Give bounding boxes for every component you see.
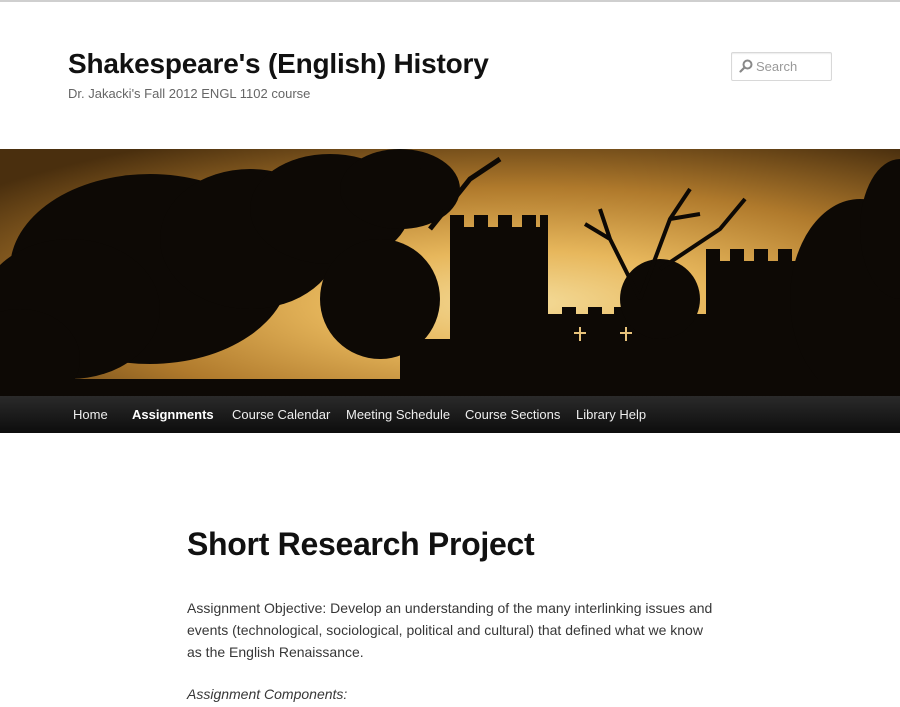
search-input[interactable] [756,53,828,80]
nav-item-meeting-schedule[interactable]: Meeting Schedule [346,396,450,433]
search-icon [739,59,753,73]
assignment-objective: Assignment Objective: Develop an underst… [187,600,713,660]
main-navigation: Home Assignments Course Calendar Meeting… [0,396,900,433]
nav-item-home[interactable]: Home [73,396,108,433]
assignment-components-label: Assignment Components: [187,686,348,702]
nav-item-assignments[interactable]: Assignments [132,396,214,433]
site-description: Dr. Jakacki's Fall 2012 ENGL 1102 course [68,86,311,101]
header-banner-image [0,149,900,397]
site-title[interactable]: Shakespeare's (English) History [68,48,489,80]
nav-item-course-sections[interactable]: Course Sections [465,396,560,433]
top-border [0,0,900,2]
search-box[interactable] [731,52,832,81]
castle-silhouette-image [0,149,900,397]
page-title: Short Research Project [187,526,535,562]
nav-item-library-help[interactable]: Library Help [576,396,646,433]
nav-item-course-calendar[interactable]: Course Calendar [232,396,330,433]
